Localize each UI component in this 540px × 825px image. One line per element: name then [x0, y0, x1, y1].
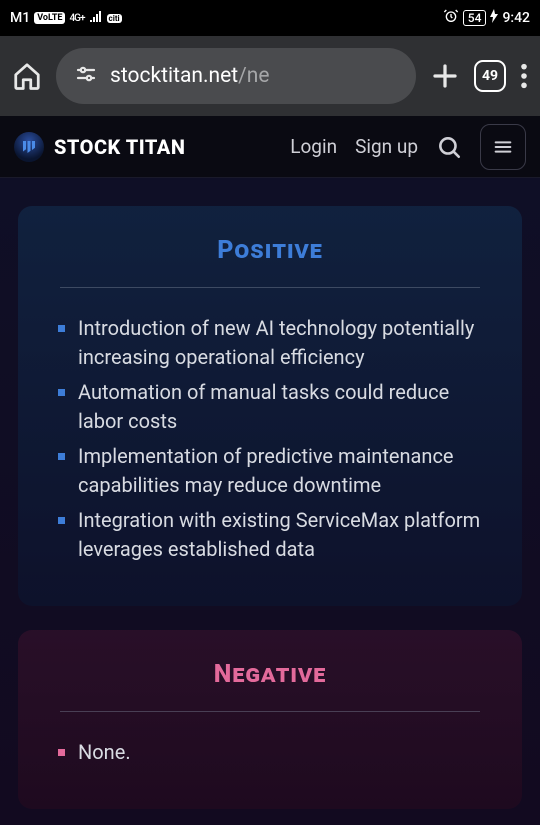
citi-badge: citi	[107, 14, 122, 23]
tab-switcher[interactable]: 49	[474, 60, 506, 92]
carrier-label: M1	[10, 10, 30, 26]
alarm-icon	[443, 8, 459, 28]
battery-level: 54	[463, 10, 487, 26]
page-content: Positive Introduction of new AI technolo…	[0, 178, 540, 825]
positive-heading: Positive	[44, 236, 496, 265]
site-header: STOCK TITAN Login Sign up	[0, 116, 540, 178]
list-item: Automation of manual tasks could reduce …	[54, 378, 496, 436]
home-icon[interactable]	[12, 61, 42, 91]
negative-card: Negative None.	[18, 630, 522, 809]
list-item: Implementation of predictive maintenance…	[54, 442, 496, 500]
negative-list: None.	[44, 738, 496, 767]
list-item: None.	[54, 738, 496, 767]
android-status-bar: M1 VoLTE 4G+ citi 54 9:42	[0, 0, 540, 36]
search-icon[interactable]	[436, 134, 462, 160]
brand[interactable]: STOCK TITAN	[14, 132, 185, 162]
browser-menu-icon[interactable]	[520, 62, 528, 90]
divider	[60, 287, 480, 288]
address-bar[interactable]: stocktitan.net/ne	[56, 48, 416, 104]
list-item: Introduction of new AI technology potent…	[54, 314, 496, 372]
new-tab-icon[interactable]	[430, 61, 460, 91]
signup-link[interactable]: Sign up	[355, 135, 418, 158]
negative-heading: Negative	[44, 660, 496, 689]
volte-badge: VoLTE	[34, 12, 65, 24]
charging-icon	[490, 9, 498, 27]
network-label: 4G+	[69, 13, 84, 24]
clock: 9:42	[502, 10, 530, 26]
positive-card: Positive Introduction of new AI technolo…	[18, 206, 522, 606]
positive-list: Introduction of new AI technology potent…	[44, 314, 496, 564]
login-link[interactable]: Login	[290, 135, 337, 158]
browser-toolbar: stocktitan.net/ne 49	[0, 36, 540, 116]
signal-icon	[89, 10, 103, 26]
divider	[60, 711, 480, 712]
url-text: stocktitan.net/ne	[110, 64, 270, 88]
brand-name: STOCK TITAN	[54, 135, 185, 159]
site-settings-icon[interactable]	[74, 62, 98, 90]
list-item: Integration with existing ServiceMax pla…	[54, 506, 496, 564]
brand-logo-icon	[14, 132, 44, 162]
hamburger-menu-icon[interactable]	[480, 124, 526, 170]
